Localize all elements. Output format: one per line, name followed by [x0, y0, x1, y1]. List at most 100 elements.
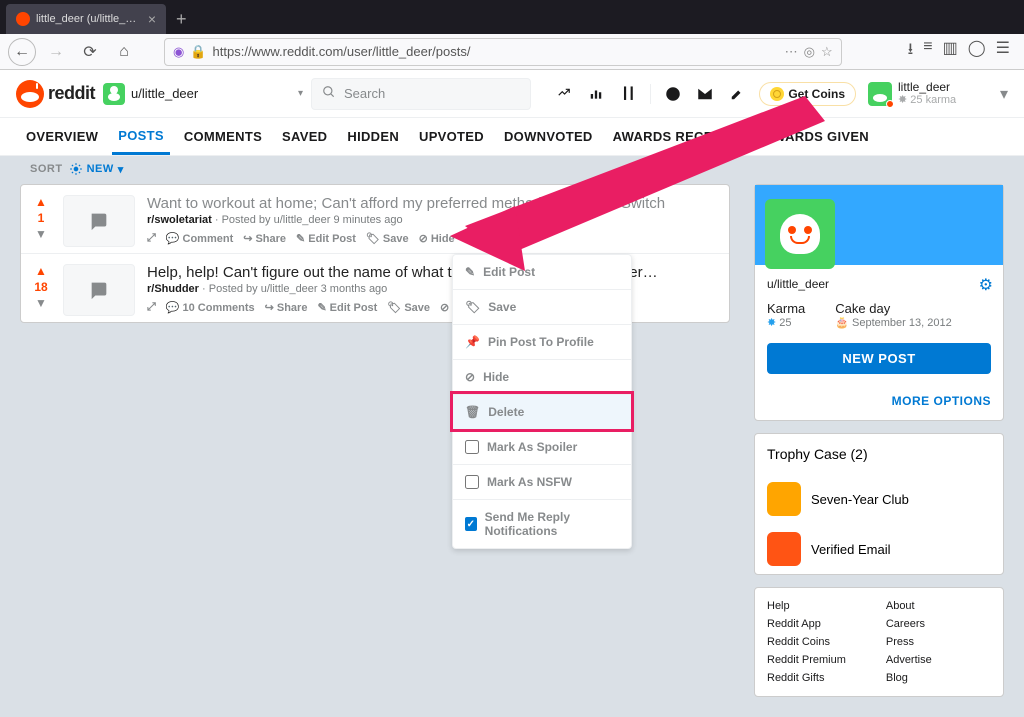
edit-button[interactable]: ✎ Edit Post	[296, 232, 356, 245]
footer-link[interactable]: Reddit Coins	[767, 636, 846, 648]
home-button[interactable]: ⌂	[110, 38, 138, 66]
menu-edit-post[interactable]: ✎ Edit Post	[453, 255, 631, 289]
save-button[interactable]: 🏷 Save	[387, 301, 430, 314]
menu-notify[interactable]: ✓ Send Me Reply Notifications	[453, 499, 631, 548]
post-feed: ▲ 1 ▼ Want to workout at home; Can't aff…	[20, 184, 730, 323]
hide-button[interactable]: ⊘ Hide	[419, 232, 455, 245]
search-icon	[322, 85, 336, 102]
trophy-icon	[767, 532, 801, 566]
lock-icon: 🔒	[190, 44, 206, 60]
account-icon[interactable]: ◯	[968, 38, 986, 65]
close-icon[interactable]: ×	[148, 11, 156, 27]
post-title[interactable]: Help, help! Can't figure out the name of…	[147, 264, 719, 281]
trophy-title: Trophy Case (2)	[755, 434, 1003, 474]
menu-spoiler[interactable]: Mark As Spoiler	[453, 429, 631, 464]
edit-button[interactable]: ✎ Edit Post	[317, 301, 377, 314]
chat-icon[interactable]	[663, 84, 683, 104]
menu-save[interactable]: 🏷 Save	[453, 289, 631, 324]
url-field[interactable]: ◉ 🔒 https://www.reddit.com/user/little_d…	[164, 38, 842, 66]
tab-saved[interactable]: SAVED	[276, 118, 333, 155]
community-dropdown[interactable]: u/little_deer ▾	[103, 83, 303, 105]
user-menu[interactable]: little_deer ✸ 25 karma ▾	[868, 81, 1008, 106]
reddit-logo[interactable]: reddit	[16, 80, 95, 108]
downvote-icon[interactable]: ▼	[35, 227, 47, 241]
reddit-header: reddit u/little_deer ▾ Search ┃┃ Get	[0, 70, 1024, 118]
post-item: ▲ 18 ▼ Help, help! Can't figure out the …	[21, 253, 729, 322]
trophy-name: Seven-Year Club	[811, 492, 909, 507]
sidebar: ⚙ u/little_deer Karma ✸25 Cake day 🎂Sept…	[754, 184, 1004, 697]
settings-gear-icon[interactable]: ⚙	[969, 275, 1003, 295]
upvote-icon[interactable]: ▲	[35, 195, 47, 209]
footer-link[interactable]: About	[886, 600, 932, 612]
checkbox-checked-icon[interactable]: ✓	[465, 517, 477, 531]
post-score: 1	[38, 211, 45, 225]
tab-awards-given[interactable]: AWARDS GIVEN	[758, 118, 875, 155]
footer-link[interactable]: Reddit Premium	[767, 654, 846, 666]
footer-link[interactable]: Reddit Gifts	[767, 672, 846, 684]
upvote-icon[interactable]: ▲	[35, 264, 47, 278]
more-button[interactable]: ⋯	[465, 232, 476, 245]
search-input[interactable]: Search	[311, 78, 531, 110]
tab-hidden[interactable]: HIDDEN	[341, 118, 405, 155]
browser-tab[interactable]: little_deer (u/little_deer) - Redd ×	[6, 4, 166, 34]
checkbox[interactable]	[465, 475, 479, 489]
reload-button[interactable]: ⟳	[76, 38, 104, 66]
reader-icon[interactable]: ◎	[804, 44, 815, 60]
downloads-icon[interactable]: ⭳	[908, 38, 914, 65]
more-options-link[interactable]: MORE OPTIONS	[755, 386, 1003, 420]
menu-hide[interactable]: ⊘ Hide	[453, 359, 631, 394]
rpan-icon[interactable]: ┃┃	[618, 84, 638, 104]
back-button[interactable]: ←	[8, 38, 36, 66]
tab-overview[interactable]: OVERVIEW	[20, 118, 104, 155]
comment-button[interactable]: 💬 Comment	[166, 232, 233, 245]
new-tab-button[interactable]: +	[166, 5, 197, 34]
create-post-icon[interactable]	[727, 84, 747, 104]
save-button[interactable]: 🏷 Save	[366, 232, 409, 245]
footer-link[interactable]: Advertise	[886, 654, 932, 666]
menu-delete[interactable]: 🗑 Delete	[453, 394, 631, 429]
footer-links: Help Reddit App Reddit Coins Reddit Prem…	[754, 587, 1004, 697]
profile-tabs: OVERVIEW POSTS COMMENTS SAVED HIDDEN UPV…	[0, 118, 1024, 156]
new-post-button[interactable]: NEW POST	[767, 343, 991, 374]
comment-button[interactable]: 💬 10 Comments	[166, 301, 255, 314]
post-item: ▲ 1 ▼ Want to workout at home; Can't aff…	[21, 185, 729, 253]
get-coins-button[interactable]: Get Coins	[759, 82, 856, 106]
trophy-item: Verified Email	[755, 524, 1003, 574]
vote-column: ▲ 18 ▼	[25, 264, 57, 316]
community-name: u/little_deer	[131, 86, 198, 101]
tab-downvoted[interactable]: DOWNVOTED	[498, 118, 599, 155]
profile-banner	[755, 185, 1003, 265]
footer-link[interactable]: Press	[886, 636, 932, 648]
popular-icon[interactable]	[554, 84, 574, 104]
footer-link[interactable]: Reddit App	[767, 618, 846, 630]
bookmark-icon[interactable]: ☆	[821, 44, 833, 60]
footer-link[interactable]: Help	[767, 600, 846, 612]
downvote-icon[interactable]: ▼	[35, 296, 47, 310]
menu-pin[interactable]: 📌 Pin Post To Profile	[453, 324, 631, 359]
expand-icon[interactable]: ⤢	[147, 232, 156, 245]
expand-icon[interactable]: ⤢	[147, 301, 156, 314]
share-button[interactable]: ↪ Share	[243, 232, 286, 245]
sort-new-button[interactable]: NEW ▾	[69, 162, 124, 176]
share-button[interactable]: ↪ Share	[265, 301, 308, 314]
search-placeholder: Search	[344, 86, 385, 101]
menu-icon[interactable]: ☰	[996, 38, 1010, 65]
tab-posts[interactable]: POSTS	[112, 118, 170, 155]
footer-link[interactable]: Blog	[886, 672, 932, 684]
footer-link[interactable]: Careers	[886, 618, 932, 630]
menu-nsfw[interactable]: Mark As NSFW	[453, 464, 631, 499]
trophy-icon	[767, 482, 801, 516]
checkbox[interactable]	[465, 440, 479, 454]
post-title[interactable]: Want to workout at home; Can't afford my…	[147, 195, 719, 212]
post-meta: r/swoletariat · Posted by u/little_deer …	[147, 214, 719, 226]
tab-comments[interactable]: COMMENTS	[178, 118, 268, 155]
messages-icon[interactable]	[695, 84, 715, 104]
library-icon[interactable]: ≡	[923, 38, 932, 65]
all-icon[interactable]	[586, 84, 606, 104]
trophy-item: Seven-Year Club	[755, 474, 1003, 524]
tab-upvoted[interactable]: UPVOTED	[413, 118, 490, 155]
tab-awards-received[interactable]: AWARDS RECEIVED	[607, 118, 751, 155]
post-score: 18	[34, 280, 47, 294]
sidebar-icon[interactable]: ▥	[943, 38, 958, 65]
page-actions-icon[interactable]: ⋯	[785, 44, 798, 60]
